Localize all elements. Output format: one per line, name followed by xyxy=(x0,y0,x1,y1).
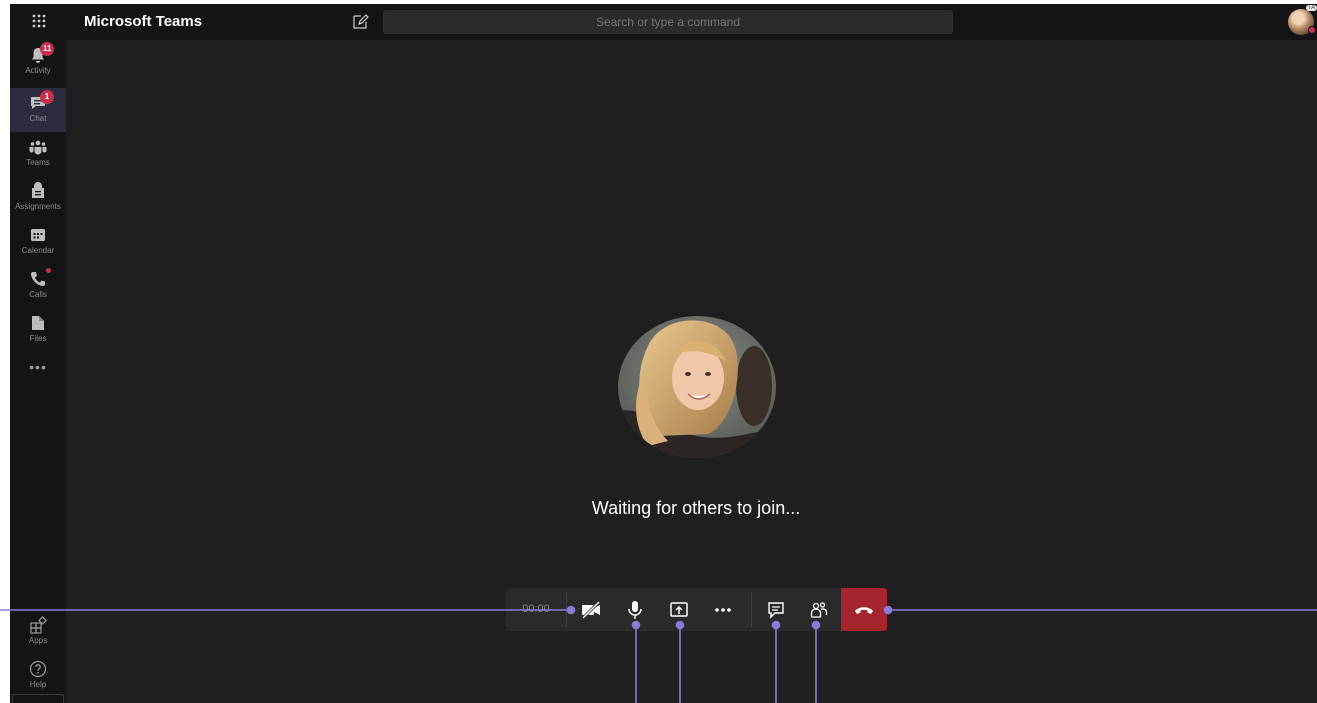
teams-window: Microsoft Teams TA 11 Activity xyxy=(10,4,1317,703)
call-controls: 00:00 xyxy=(506,588,887,631)
chat-badge: 1 xyxy=(40,90,54,104)
sidebar-item-label: Assignments xyxy=(15,202,61,211)
sidebar-item-files[interactable]: Files xyxy=(10,308,66,352)
divider xyxy=(751,592,752,627)
files-icon xyxy=(32,316,44,330)
compose-icon xyxy=(353,14,369,29)
ellipsis-icon xyxy=(715,608,731,612)
sidebar-item-assignments[interactable]: Assignments xyxy=(10,176,66,220)
calls-notification-dot xyxy=(46,268,51,273)
more-apps-button[interactable]: ••• xyxy=(24,360,52,374)
hang-up-button[interactable] xyxy=(841,588,887,631)
call-timer: 00:00 xyxy=(522,603,550,615)
profile-initials: TA xyxy=(1306,5,1317,11)
sidebar-item-chat[interactable]: 1 Chat xyxy=(10,88,66,132)
sidebar-item-label: Files xyxy=(29,334,47,343)
help-icon xyxy=(29,660,47,678)
presence-status-icon xyxy=(1308,26,1316,34)
sidebar-item-label: Activity xyxy=(25,66,51,75)
app-title: Microsoft Teams xyxy=(84,13,203,30)
microphone-toggle-button[interactable] xyxy=(613,588,657,631)
waffle-icon xyxy=(32,14,46,28)
sidebar-item-help[interactable]: Help xyxy=(10,654,66,698)
sidebar-item-label: Teams xyxy=(26,158,50,167)
microphone-icon xyxy=(628,601,642,619)
sidebar-item-activity[interactable]: 11 Activity xyxy=(10,40,66,84)
teams-icon xyxy=(29,140,47,155)
phone-icon xyxy=(31,272,45,286)
camera-toggle-button[interactable] xyxy=(569,588,613,631)
assignments-icon xyxy=(32,182,44,198)
sidebar-item-label: Chat xyxy=(29,114,47,123)
divider xyxy=(566,592,567,627)
sidebar-item-label: Apps xyxy=(28,636,48,645)
sidebar-item-apps[interactable]: Apps xyxy=(10,610,66,654)
sidebar-item-calendar[interactable]: Calendar xyxy=(10,220,66,264)
hang-up-icon xyxy=(855,607,873,614)
activity-badge: 11 xyxy=(40,42,55,56)
call-status-text: Waiting for others to join... xyxy=(591,498,801,518)
title-bar: Microsoft Teams TA xyxy=(10,4,1317,40)
sidebar-item-label: Calls xyxy=(29,290,47,299)
rail-bottom-tab xyxy=(12,694,64,703)
camera-off-icon xyxy=(581,600,601,620)
caller-photo xyxy=(618,316,776,458)
more-actions-button[interactable] xyxy=(701,588,745,631)
new-chat-button[interactable] xyxy=(349,12,371,32)
share-screen-button[interactable] xyxy=(657,588,701,631)
show-conversation-button[interactable] xyxy=(754,588,798,631)
calendar-icon xyxy=(31,229,45,241)
apps-icon xyxy=(30,616,47,634)
sidebar-item-teams[interactable]: Teams xyxy=(10,132,66,176)
sidebar-item-label: Help xyxy=(29,680,47,689)
app-bar: 11 Activity 1 Chat Teams Assignments Cal… xyxy=(10,40,66,703)
sidebar-item-calls[interactable]: Calls xyxy=(10,264,66,308)
app-launcher-button[interactable] xyxy=(22,10,56,34)
show-participants-button[interactable] xyxy=(797,588,841,631)
participants-icon xyxy=(810,602,828,618)
conversation-icon xyxy=(768,602,784,619)
caller-avatar xyxy=(618,316,776,458)
sidebar-item-label: Calendar xyxy=(21,246,55,255)
share-screen-icon xyxy=(670,602,688,617)
search-input[interactable] xyxy=(383,10,953,34)
